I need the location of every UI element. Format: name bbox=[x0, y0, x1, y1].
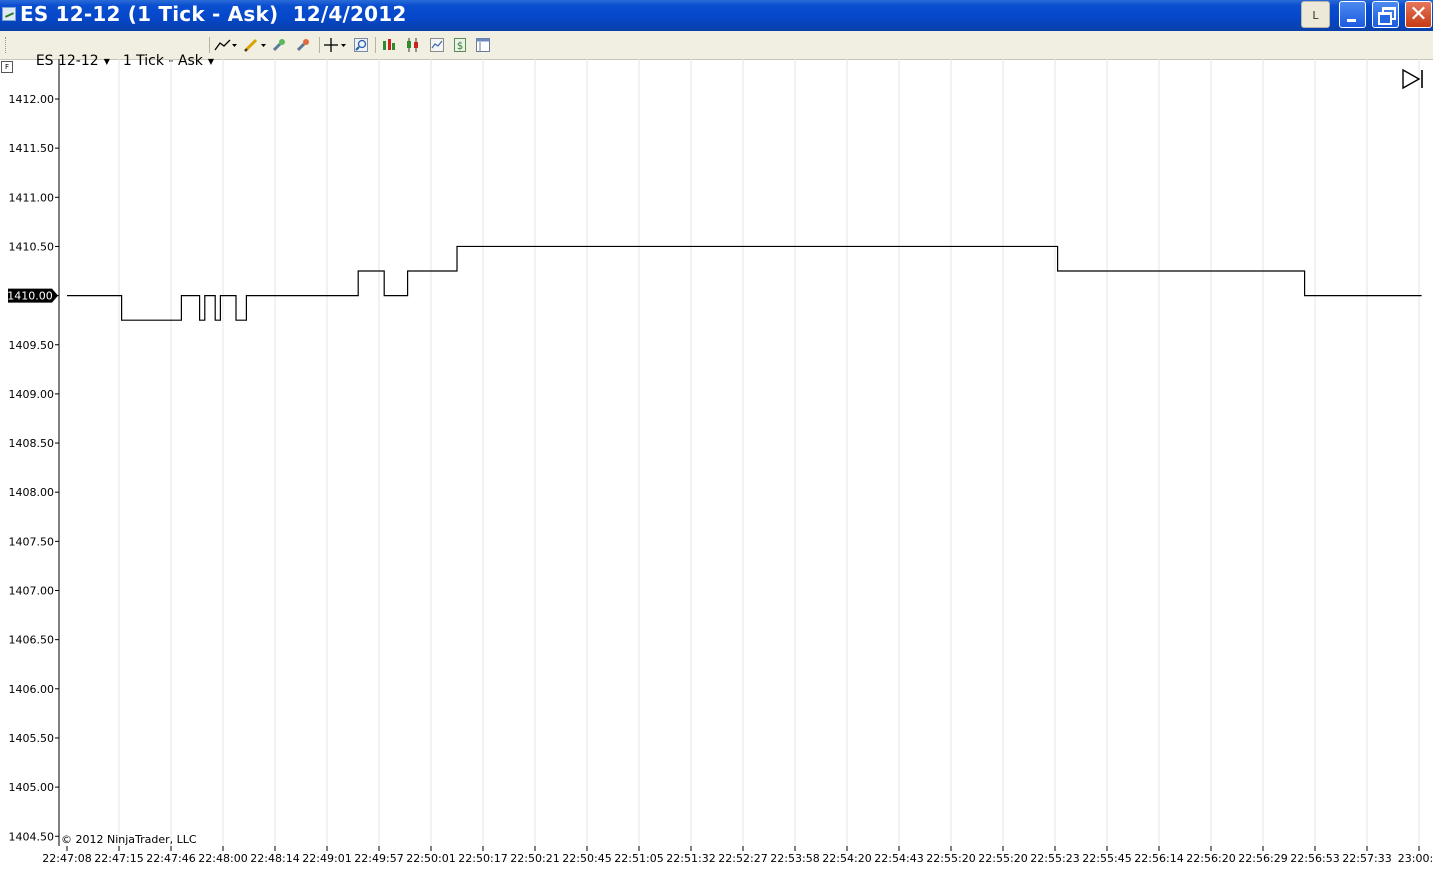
x-tick-label: 22:48:00 bbox=[198, 852, 247, 865]
y-tick-label: 1412.00 bbox=[9, 93, 55, 106]
x-tick-label: 22:55:20 bbox=[978, 852, 1027, 865]
x-tick-label: 22:50:45 bbox=[562, 852, 611, 865]
line-chart-style-icon[interactable] bbox=[214, 38, 238, 52]
toolbar-grip[interactable] bbox=[5, 37, 9, 53]
y-tick-label: 1408.50 bbox=[9, 437, 55, 450]
bar-chart-icon[interactable] bbox=[382, 38, 396, 52]
x-tick-label: 22:51:32 bbox=[666, 852, 715, 865]
x-tick-label: 22:57:33 bbox=[1342, 852, 1391, 865]
x-tick-label: 22:48:14 bbox=[250, 852, 299, 865]
x-tick-label: 22:56:53 bbox=[1290, 852, 1339, 865]
last-price-label: 1410.00 bbox=[7, 290, 53, 303]
zoom-in-icon[interactable] bbox=[272, 38, 286, 52]
minimize-button[interactable] bbox=[1339, 1, 1366, 28]
x-tick-label: 22:47:15 bbox=[94, 852, 143, 865]
toolbar-divider bbox=[375, 37, 376, 53]
zoom-out-icon[interactable] bbox=[296, 38, 310, 52]
properties-icon[interactable] bbox=[476, 38, 490, 52]
y-tick-label: 1408.00 bbox=[9, 486, 55, 499]
play-end-icon bbox=[1402, 68, 1421, 90]
scroll-to-end-button[interactable] bbox=[1401, 68, 1425, 90]
x-tick-label: 22:50:17 bbox=[458, 852, 507, 865]
indicators-icon[interactable] bbox=[430, 38, 444, 52]
x-tick-label: 22:47:08 bbox=[42, 852, 91, 865]
x-tick-label: 22:54:20 bbox=[822, 852, 871, 865]
minimize-icon bbox=[1347, 19, 1356, 22]
y-tick-label: 1405.00 bbox=[9, 781, 55, 794]
y-tick-label: 1411.00 bbox=[9, 191, 55, 204]
grid-layer bbox=[118, 59, 1420, 846]
toolbar-divider bbox=[319, 37, 320, 53]
magnifier-icon[interactable] bbox=[354, 38, 368, 52]
close-icon: ✕ bbox=[1409, 2, 1428, 27]
window-title: ES 12-12 (1 Tick - Ask) 12/4/2012 bbox=[20, 2, 407, 26]
x-tick-label: 22:55:45 bbox=[1082, 852, 1131, 865]
x-tick-label: 22:56:20 bbox=[1186, 852, 1235, 865]
y-tick-label: 1404.50 bbox=[9, 830, 55, 843]
y-tick-label: 1405.50 bbox=[9, 732, 55, 745]
x-tick-label: 22:56:29 bbox=[1238, 852, 1287, 865]
x-tick-label: 22:55:20 bbox=[926, 852, 975, 865]
candlestick-icon[interactable] bbox=[406, 38, 420, 52]
y-tick-label: 1406.50 bbox=[9, 634, 55, 647]
x-tick-label: 22:50:01 bbox=[406, 852, 455, 865]
y-tick-label: 1409.50 bbox=[9, 339, 55, 352]
x-tick-label: 22:54:43 bbox=[874, 852, 923, 865]
x-tick-label: 22:55:23 bbox=[1030, 852, 1079, 865]
chart-toolbar: ES 12-12 ▼ 1 Tick - Ask ▼ $ bbox=[0, 31, 1433, 69]
y-tick-label: 1406.00 bbox=[9, 683, 55, 696]
x-tick-label: 22:51:05 bbox=[614, 852, 663, 865]
y-axis: 1412.00 1411.50 1411.00 1410.50 1410.00 1409.… bbox=[9, 93, 59, 843]
x-tick-label: 22:49:01 bbox=[302, 852, 351, 865]
y-tick-label: 1410.50 bbox=[9, 240, 55, 253]
layout-button[interactable]: L bbox=[1301, 1, 1330, 28]
x-tick-label: 22:52:27 bbox=[718, 852, 767, 865]
x-tick-label: 22:49:57 bbox=[354, 852, 403, 865]
toolbar-divider bbox=[209, 37, 210, 53]
strategies-icon[interactable]: $ bbox=[453, 38, 467, 52]
last-price-marker-group: 1410.00 bbox=[7, 288, 58, 303]
x-tick-label: 23:00:1 bbox=[1398, 852, 1433, 865]
x-tick-label: 22:56:14 bbox=[1134, 852, 1183, 865]
crosshair-icon[interactable] bbox=[324, 38, 348, 52]
close-button[interactable]: ✕ bbox=[1405, 1, 1432, 28]
price-chart[interactable]: 1412.00 1411.50 1411.00 1410.50 1410.00 1409.… bbox=[0, 59, 1433, 869]
price-step-line bbox=[67, 245, 1422, 321]
restore-button[interactable] bbox=[1372, 1, 1399, 28]
x-tick-label: 22:50:21 bbox=[510, 852, 559, 865]
x-tick-label: 22:53:58 bbox=[770, 852, 819, 865]
drawing-pencil-icon[interactable] bbox=[243, 38, 267, 52]
chart-app-icon bbox=[2, 7, 16, 21]
x-tick-label: 22:47:46 bbox=[146, 852, 195, 865]
y-tick-label: 1407.50 bbox=[9, 535, 55, 548]
copyright-notice: © 2012 NinjaTrader, LLC bbox=[61, 833, 197, 846]
y-tick-label: 1411.50 bbox=[9, 142, 55, 155]
x-axis: 22:47:08 22:47:15 22:47:46 22:48:00 22:48:14… bbox=[42, 846, 1433, 865]
svg-text:$: $ bbox=[457, 41, 463, 52]
y-tick-label: 1409.00 bbox=[9, 388, 55, 401]
y-tick-label: 1407.00 bbox=[9, 585, 55, 598]
title-bar: ES 12-12 (1 Tick - Ask) 12/4/2012 L ✕ bbox=[0, 0, 1433, 31]
